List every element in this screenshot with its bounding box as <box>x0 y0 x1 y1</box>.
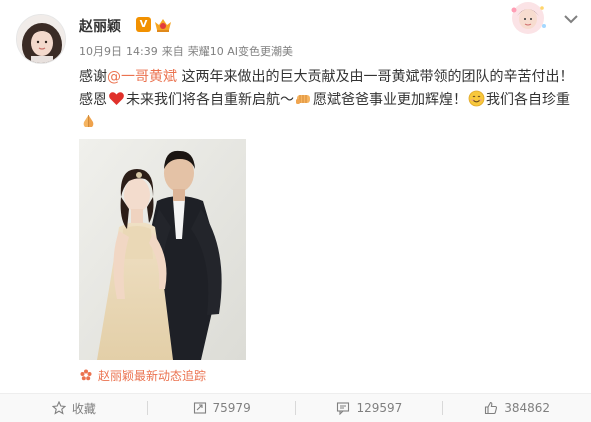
like-button[interactable]: 384862 <box>443 394 591 422</box>
post-photo[interactable] <box>79 139 246 360</box>
text-future: 未来我们将各自重新启航～ <box>126 92 294 108</box>
comment-count: 129597 <box>356 401 403 415</box>
repost-icon <box>193 402 206 414</box>
post-body: 感谢@一哥黄斌 这两年来做出的巨大贡献及由一哥黄斌带领的团队的辛苦付出！ 感恩 未… <box>79 66 579 135</box>
card-decoration-sticker-icon <box>511 2 546 34</box>
praying-hands-emoji-icon <box>83 115 94 127</box>
author-avatar[interactable] <box>16 14 66 64</box>
post-date[interactable]: 10月9日 <box>79 45 122 58</box>
post-meta: 10月9日 14:39 来自 荣耀10 AI变色更潮美 <box>79 43 297 59</box>
post-time[interactable]: 14:39 <box>126 45 158 58</box>
tracking-link-row[interactable]: 赵丽颖最新动态追踪 <box>80 367 206 384</box>
post-text-line-2: 感恩 未来我们将各自重新启航～ 愿斌爸爸事业更加辉煌！ 我们各自珍重 <box>79 89 579 112</box>
star-icon <box>51 401 66 415</box>
repost-count: 75979 <box>212 401 251 415</box>
favorite-label: 收藏 <box>71 401 96 416</box>
author-name[interactable]: 赵丽颖 <box>79 16 121 36</box>
thumbs-up-icon <box>485 401 498 415</box>
comment-button[interactable]: 129597 <box>296 394 444 422</box>
comment-icon <box>337 402 350 415</box>
action-bar: 收藏 75979 129597 384862 <box>0 394 591 422</box>
flower-icon <box>80 369 92 381</box>
repost-button[interactable]: 75979 <box>148 394 296 422</box>
tracking-link-text[interactable]: 赵丽颖最新动态追踪 <box>98 369 206 383</box>
text-farewell: 我们各自珍重 <box>486 92 570 108</box>
text-thanks: 感谢 <box>79 69 107 85</box>
post-text-line-1: 感谢@一哥黄斌 这两年来做出的巨大贡献及由一哥黄斌带领的团队的辛苦付出！ <box>79 66 579 89</box>
verified-icon: V <box>136 17 151 32</box>
text-contribution: 这两年来做出的巨大贡献及由一哥黄斌带领的团队的辛苦付出！ <box>177 69 574 85</box>
mention-link[interactable]: @一哥黄斌 <box>107 69 177 85</box>
smile-emoji-icon <box>468 90 485 107</box>
favorite-button[interactable]: 收藏 <box>0 394 148 422</box>
heart-emoji-icon <box>109 92 124 105</box>
fist-bump-emoji-icon <box>296 95 310 104</box>
text-wish: 愿斌爸爸事业更加辉煌！ <box>313 92 467 108</box>
chevron-down-icon[interactable] <box>563 12 579 26</box>
weibo-post-card: 赵丽颖 V 10月9日 14:39 来自 荣耀10 AI变色更潮美 感谢@一哥黄斌 这… <box>0 0 591 422</box>
member-crown-icon[interactable] <box>153 16 173 33</box>
source-prefix: 来自 <box>161 45 184 58</box>
post-text-line-3 <box>79 112 579 135</box>
source-device[interactable]: 荣耀10 AI变色更潮美 <box>188 45 293 58</box>
like-count: 384862 <box>504 401 551 415</box>
text-grateful: 感恩 <box>79 92 107 108</box>
